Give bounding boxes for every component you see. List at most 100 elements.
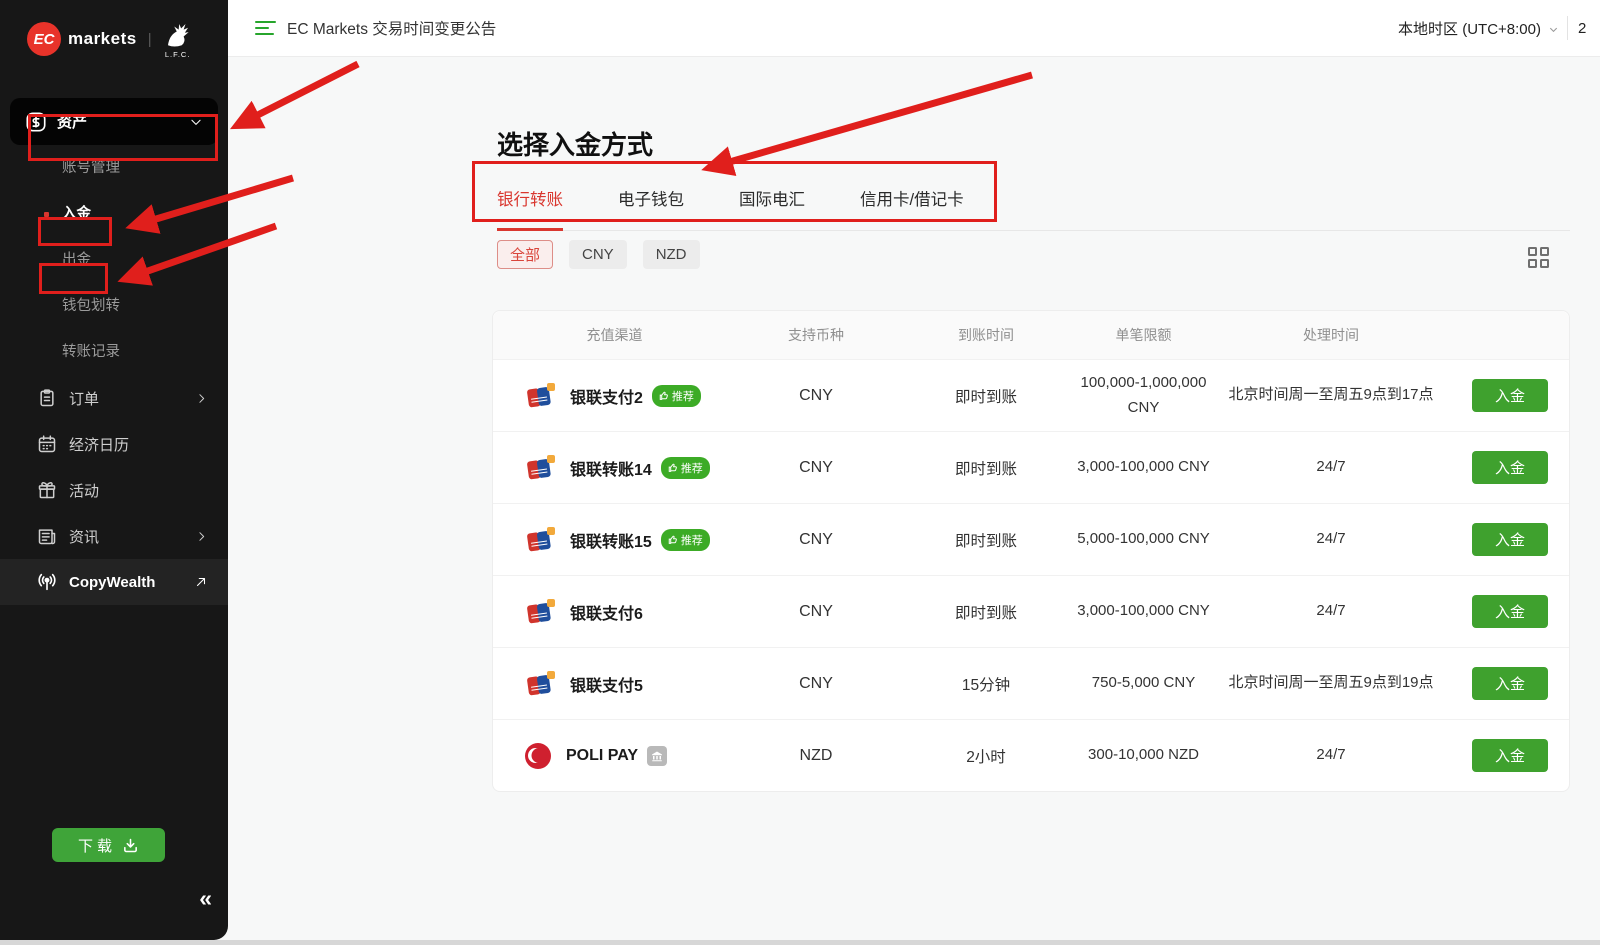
table-row: POLI PAY NZD 2小时 300-10,000 NZD 24/7 入金 bbox=[493, 719, 1569, 791]
chevron-down-icon bbox=[189, 115, 203, 129]
sidebar-item-economic-calendar[interactable]: 经济日历 bbox=[0, 421, 228, 467]
clipboard-icon bbox=[36, 388, 58, 408]
sidebar-item-assets[interactable]: 资产 bbox=[10, 98, 218, 145]
sidebar-item-news[interactable]: 资讯 bbox=[0, 513, 228, 559]
sidebar: EC markets | L.F.C. 资产 账号管理 bbox=[0, 0, 228, 940]
sidebar-item-label: 经济日历 bbox=[69, 434, 129, 455]
chevron-right-icon bbox=[195, 392, 208, 405]
currency-cell: CNY bbox=[736, 675, 896, 693]
currency-cell: CNY bbox=[736, 531, 896, 549]
sidebar-item-deposit[interactable]: 入金 bbox=[0, 191, 228, 237]
announcement-link[interactable]: EC Markets 交易时间变更公告 bbox=[287, 17, 496, 39]
recommend-badge: 推荐 bbox=[652, 385, 701, 407]
broadcast-icon bbox=[36, 571, 58, 593]
sidebar-item-label: 订单 bbox=[69, 388, 99, 409]
filter-all[interactable]: 全部 bbox=[497, 240, 553, 269]
deposit-button[interactable]: 入金 bbox=[1472, 595, 1548, 628]
chevron-right-icon bbox=[195, 530, 208, 543]
sidebar-item-copywealth[interactable]: CopyWealth bbox=[0, 559, 228, 605]
table-row: 银联支付6 CNY 即时到账 3,000-100,000 CNY 24/7 入金 bbox=[493, 575, 1569, 647]
channel-name: 银联转账14 bbox=[570, 456, 652, 480]
sidebar-item-label: 资讯 bbox=[69, 526, 99, 547]
deposit-button[interactable]: 入金 bbox=[1472, 379, 1548, 412]
col-header: 处理时间 bbox=[1211, 325, 1451, 345]
sidebar-item-withdraw[interactable]: 出金 bbox=[0, 237, 228, 283]
limit-cell: 750-5,000 CNY bbox=[1076, 671, 1211, 696]
unionpay-logo bbox=[523, 668, 557, 700]
processing-cell: 24/7 bbox=[1211, 527, 1451, 552]
limit-cell: 100,000-1,000,000 CNY bbox=[1076, 371, 1211, 421]
dollar-square-icon bbox=[25, 111, 47, 133]
tab-credit-debit-card[interactable]: 信用卡/借记卡 bbox=[860, 171, 964, 230]
currency-cell: CNY bbox=[736, 387, 896, 405]
limit-cell: 3,000-100,000 CNY bbox=[1076, 455, 1211, 480]
channel-name: 银联支付6 bbox=[570, 600, 643, 624]
arrival-cell: 即时到账 bbox=[896, 601, 1076, 623]
topbar: EC Markets 交易时间变更公告 本地时区 (UTC+8:00) 2 bbox=[228, 0, 1600, 57]
arrival-cell: 即时到账 bbox=[896, 385, 1076, 407]
sidebar-item-label: 资产 bbox=[57, 111, 87, 132]
unionpay-logo bbox=[523, 452, 557, 484]
download-label: 下载 bbox=[78, 835, 116, 856]
announcement-icon bbox=[255, 21, 276, 36]
lfc-abbr: L.F.C. bbox=[165, 50, 191, 59]
tab-ewallet[interactable]: 电子钱包 bbox=[618, 171, 684, 230]
col-header: 到账时间 bbox=[896, 325, 1076, 345]
currency-cell: NZD bbox=[736, 747, 896, 765]
table-header: 充值渠道 支持币种 到账时间 单笔限额 处理时间 bbox=[493, 311, 1569, 359]
main-content: 选择入金方式 银行转账 电子钱包 国际电汇 信用卡/借记卡 全部 CNY NZD… bbox=[228, 57, 1600, 940]
page-title: 选择入金方式 bbox=[497, 125, 653, 162]
limit-cell: 300-10,000 NZD bbox=[1076, 743, 1211, 768]
processing-cell: 北京时间周一至周五9点到19点 bbox=[1211, 671, 1451, 696]
unionpay-logo bbox=[523, 524, 557, 556]
gift-icon bbox=[36, 480, 58, 500]
grid-view-icon[interactable] bbox=[1528, 247, 1549, 268]
sidebar-item-transfer-records[interactable]: 转账记录 bbox=[0, 329, 228, 375]
bottom-edge-strip bbox=[0, 940, 1600, 945]
tab-bank-transfer[interactable]: 银行转账 bbox=[497, 171, 563, 230]
newspaper-icon bbox=[36, 526, 58, 546]
timezone-selector[interactable]: 本地时区 (UTC+8:00) bbox=[1398, 18, 1541, 39]
col-header: 单笔限额 bbox=[1076, 325, 1211, 345]
sidebar-item-orders[interactable]: 订单 bbox=[0, 375, 228, 421]
sidebar-item-wallet-transfer[interactable]: 钱包划转 bbox=[0, 283, 228, 329]
filter-cny[interactable]: CNY bbox=[569, 240, 627, 269]
lfc-logo: L.F.C. bbox=[163, 19, 193, 59]
ec-logo-mark: EC bbox=[27, 22, 61, 56]
col-header: 充值渠道 bbox=[493, 325, 736, 345]
download-button[interactable]: 下载 bbox=[52, 828, 165, 862]
tab-international-wire[interactable]: 国际电汇 bbox=[739, 171, 805, 230]
sidebar-item-account-management[interactable]: 账号管理 bbox=[0, 145, 228, 191]
deposit-button[interactable]: 入金 bbox=[1472, 739, 1548, 772]
deposit-button[interactable]: 入金 bbox=[1472, 451, 1548, 484]
deposit-channels-table: 充值渠道 支持币种 到账时间 单笔限额 处理时间 银联支付2 推荐 CNY bbox=[492, 310, 1570, 792]
deposit-button[interactable]: 入金 bbox=[1472, 667, 1548, 700]
channel-name: 银联支付2 bbox=[570, 384, 643, 408]
processing-cell: 24/7 bbox=[1211, 455, 1451, 480]
deposit-button[interactable]: 入金 bbox=[1472, 523, 1548, 556]
filter-nzd[interactable]: NZD bbox=[643, 240, 700, 269]
arrival-cell: 15分钟 bbox=[896, 673, 1076, 695]
ec-logo-word: markets bbox=[68, 29, 137, 49]
processing-cell: 北京时间周一至周五9点到17点 bbox=[1211, 383, 1451, 408]
currency-cell: CNY bbox=[736, 603, 896, 621]
sidebar-item-activities[interactable]: 活动 bbox=[0, 467, 228, 513]
processing-cell: 24/7 bbox=[1211, 743, 1451, 768]
arrival-cell: 即时到账 bbox=[896, 457, 1076, 479]
page: EC markets | L.F.C. 资产 账号管理 bbox=[0, 0, 1600, 945]
table-row: 银联支付5 CNY 15分钟 750-5,000 CNY 北京时间周一至周五9点… bbox=[493, 647, 1569, 719]
table-row: 银联转账15 推荐 CNY 即时到账 5,000-100,000 CNY 24/… bbox=[493, 503, 1569, 575]
currency-cell: CNY bbox=[736, 459, 896, 477]
collapse-sidebar-button[interactable]: « bbox=[199, 887, 212, 910]
external-link-icon bbox=[194, 575, 208, 589]
clock-text: 2 bbox=[1578, 20, 1590, 37]
calendar-icon bbox=[36, 434, 58, 454]
sidebar-item-label: CopyWealth bbox=[69, 574, 155, 591]
deposit-method-tabs: 银行转账 电子钱包 国际电汇 信用卡/借记卡 bbox=[497, 171, 1570, 231]
topbar-right: 本地时区 (UTC+8:00) 2 bbox=[1398, 16, 1590, 40]
processing-cell: 24/7 bbox=[1211, 599, 1451, 624]
bank-badge-icon bbox=[647, 746, 667, 766]
arrival-cell: 2小时 bbox=[896, 745, 1076, 767]
active-dot bbox=[44, 212, 49, 217]
unionpay-logo bbox=[523, 596, 557, 628]
